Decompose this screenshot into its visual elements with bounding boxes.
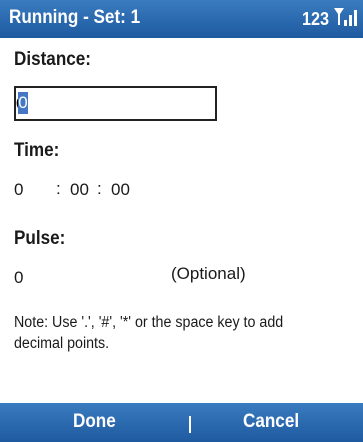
title-bar: Running - Set: 1 123 (0, 0, 363, 38)
window-title: Running - Set: 1 (9, 7, 141, 28)
decimal-note: Note: Use '.', '#', '*' or the space key… (14, 314, 284, 352)
signal-strength-icon (334, 8, 357, 26)
time-hours-field[interactable]: 0 (14, 180, 23, 200)
softkey-bar: Done Cancel (0, 403, 363, 442)
time-minutes-field[interactable]: 00 (70, 180, 89, 200)
done-button[interactable]: Done (73, 411, 116, 433)
distance-label: Distance: (14, 49, 91, 70)
time-label: Time: (14, 140, 60, 161)
time-separator: : (97, 179, 102, 198)
pulse-label: Pulse: (14, 228, 66, 249)
cancel-button[interactable]: Cancel (243, 411, 299, 433)
status-number: 123 (301, 9, 329, 29)
distance-input[interactable] (14, 86, 217, 121)
pulse-input[interactable]: 0 (14, 268, 23, 288)
softkey-divider (189, 416, 191, 433)
time-seconds-field[interactable]: 00 (111, 180, 130, 200)
pulse-optional-hint: (Optional) (171, 264, 246, 283)
time-separator: : (56, 179, 61, 198)
